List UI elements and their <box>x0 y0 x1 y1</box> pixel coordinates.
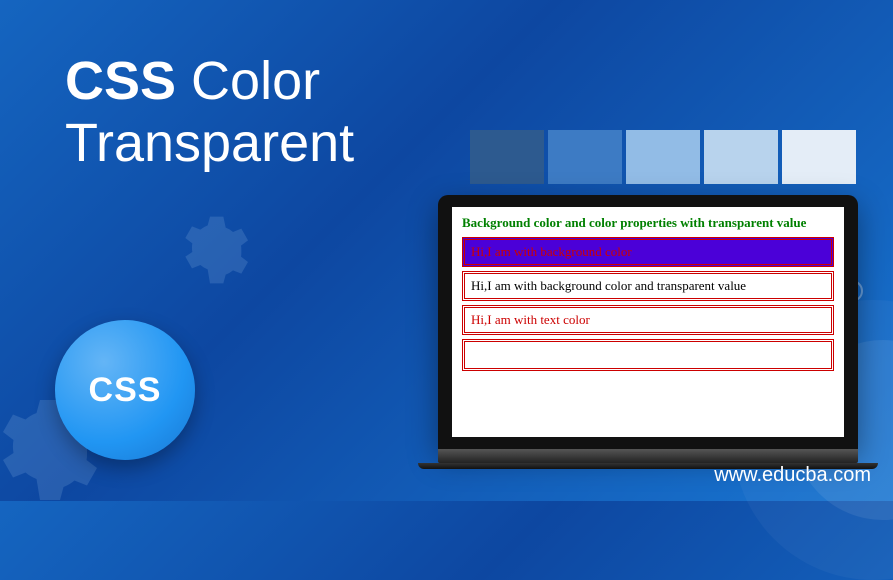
demo-row: Hi,I am with background color and transp… <box>462 271 834 301</box>
css-badge: CSS <box>55 320 195 460</box>
laptop-bezel: Background color and color properties wi… <box>438 195 858 449</box>
swatch <box>626 130 700 184</box>
demo-heading: Background color and color properties wi… <box>462 215 834 231</box>
demo-row: Hi,I am with background color <box>462 237 834 267</box>
laptop-base <box>438 449 858 463</box>
swatch <box>548 130 622 184</box>
laptop-screen: Background color and color properties wi… <box>452 207 844 437</box>
gear-icon <box>170 210 250 290</box>
demo-row <box>462 339 834 371</box>
swatch <box>782 130 856 184</box>
laptop-illustration: Background color and color properties wi… <box>438 195 858 469</box>
swatch <box>704 130 778 184</box>
footer-url: www.educba.com <box>714 464 871 487</box>
demo-row: Hi,I am with text color <box>462 305 834 335</box>
title-bold: CSS <box>65 51 176 111</box>
color-swatches <box>470 130 856 184</box>
badge-label: CSS <box>89 371 162 410</box>
title-line2: Transparent <box>65 112 354 174</box>
page-title: CSS Color Transparent <box>65 50 354 174</box>
title-rest: Color <box>176 51 320 111</box>
swatch <box>470 130 544 184</box>
